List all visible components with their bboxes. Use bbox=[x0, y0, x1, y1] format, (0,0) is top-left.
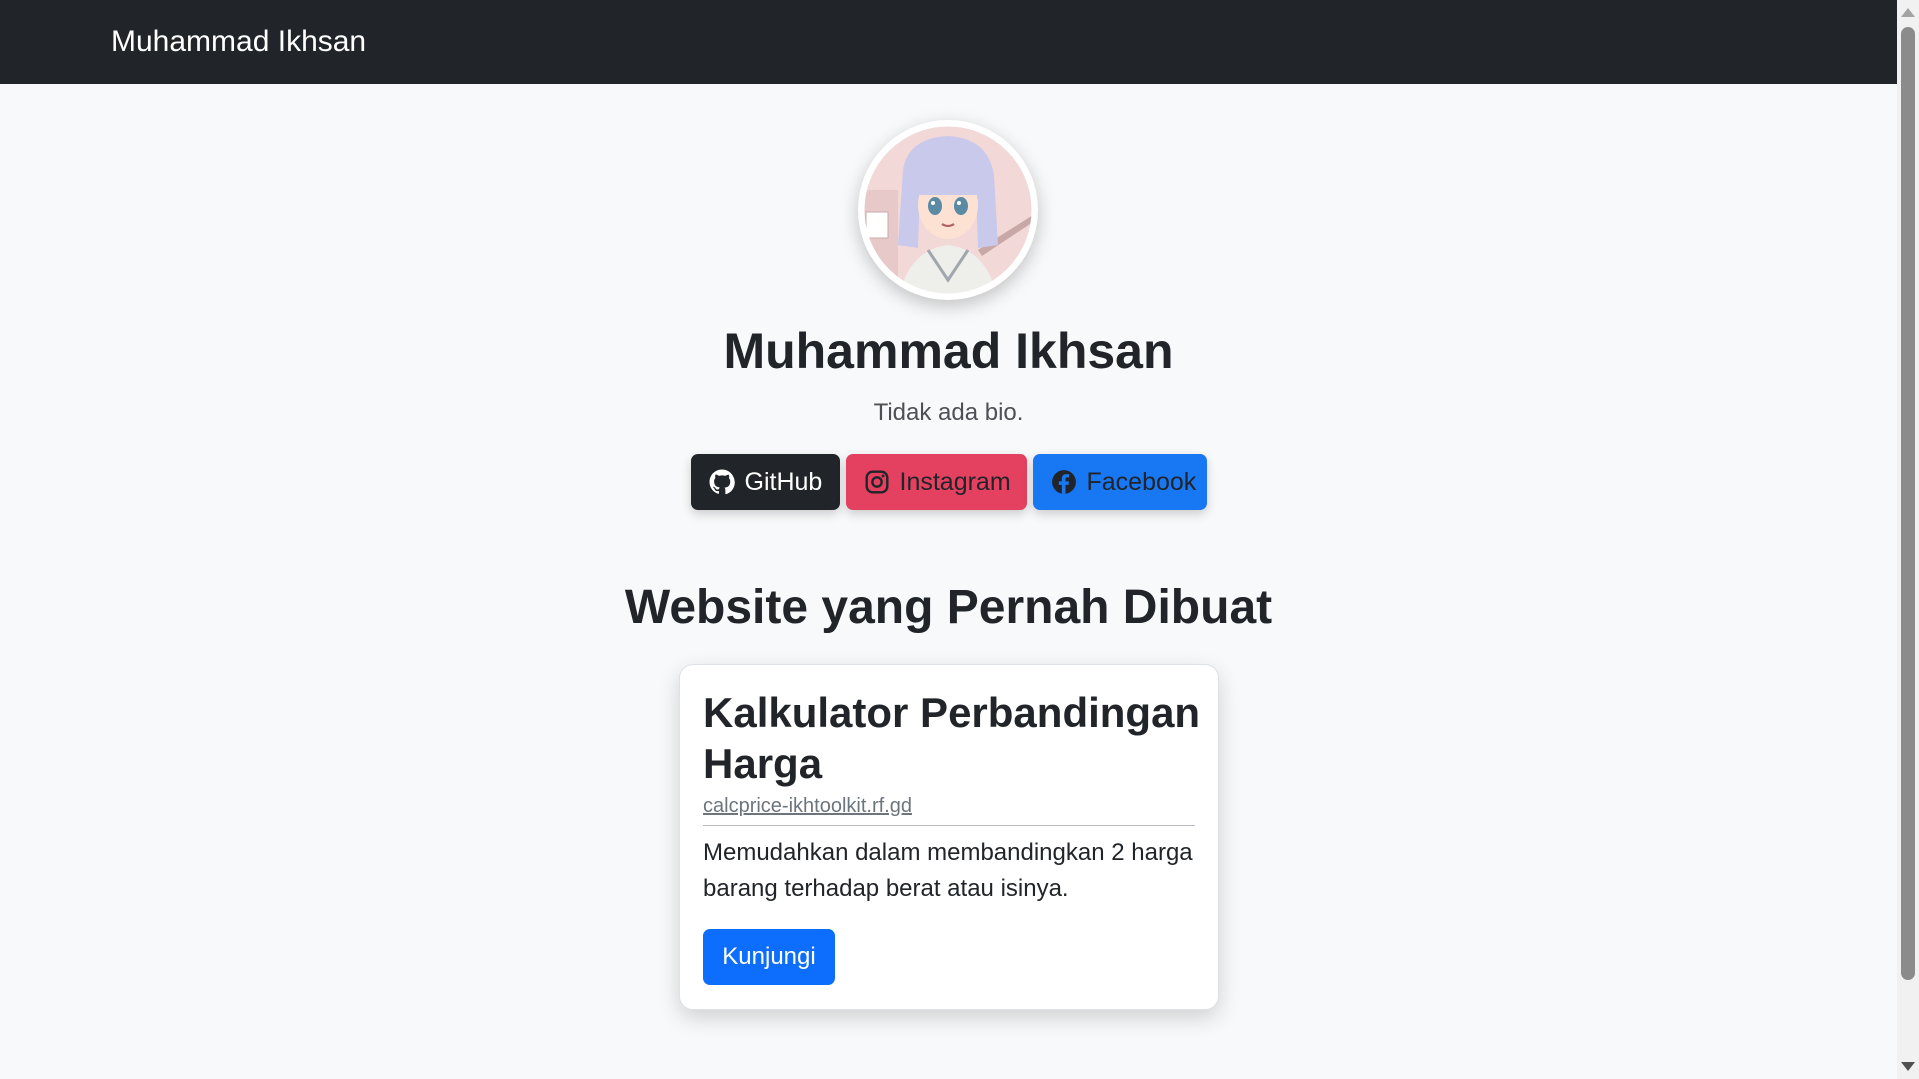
scroll-up-arrow-icon[interactable] bbox=[1901, 8, 1915, 17]
scroll-down-arrow-icon[interactable] bbox=[1901, 1062, 1915, 1071]
avatar bbox=[858, 120, 1038, 300]
card-divider bbox=[703, 825, 1195, 826]
navbar: Muhammad Ikhsan bbox=[0, 0, 1897, 84]
facebook-icon bbox=[1051, 469, 1077, 495]
facebook-button[interactable]: Facebook bbox=[1032, 454, 1207, 510]
profile-bio: Tidak ada bio. bbox=[873, 399, 1024, 426]
facebook-label: Facebook bbox=[1086, 467, 1197, 496]
instagram-icon bbox=[864, 469, 890, 495]
github-label: GitHub bbox=[744, 467, 823, 496]
visit-button[interactable]: Kunjungi bbox=[703, 929, 835, 985]
projects-heading: Website yang Pernah Dibuat bbox=[624, 581, 1273, 634]
navbar-brand[interactable]: Muhammad Ikhsan bbox=[111, 22, 366, 62]
instagram-button[interactable]: Instagram bbox=[845, 454, 1027, 510]
project-title: Kalkulator Perbandingan Harga bbox=[703, 689, 1201, 787]
main-content: Muhammad Ikhsan Tidak ada bio. GitHub In… bbox=[0, 84, 1897, 1079]
vertical-scrollbar[interactable] bbox=[1897, 0, 1919, 1079]
profile-name: Muhammad Ikhsan bbox=[723, 323, 1174, 379]
project-card: Kalkulator Perbandingan Harga calcprice-… bbox=[679, 664, 1219, 1010]
project-url-link[interactable]: calcprice-ikhtoolkit.rf.gd bbox=[703, 795, 912, 818]
github-icon bbox=[709, 469, 735, 495]
avatar-image bbox=[859, 121, 1037, 299]
social-links: GitHub Instagram Facebook bbox=[0, 454, 1897, 510]
instagram-label: Instagram bbox=[899, 467, 1011, 496]
project-description: Memudahkan dalam membandingkan 2 harga b… bbox=[703, 839, 1193, 902]
scrollbar-thumb[interactable] bbox=[1901, 27, 1915, 980]
github-button[interactable]: GitHub bbox=[690, 454, 840, 510]
